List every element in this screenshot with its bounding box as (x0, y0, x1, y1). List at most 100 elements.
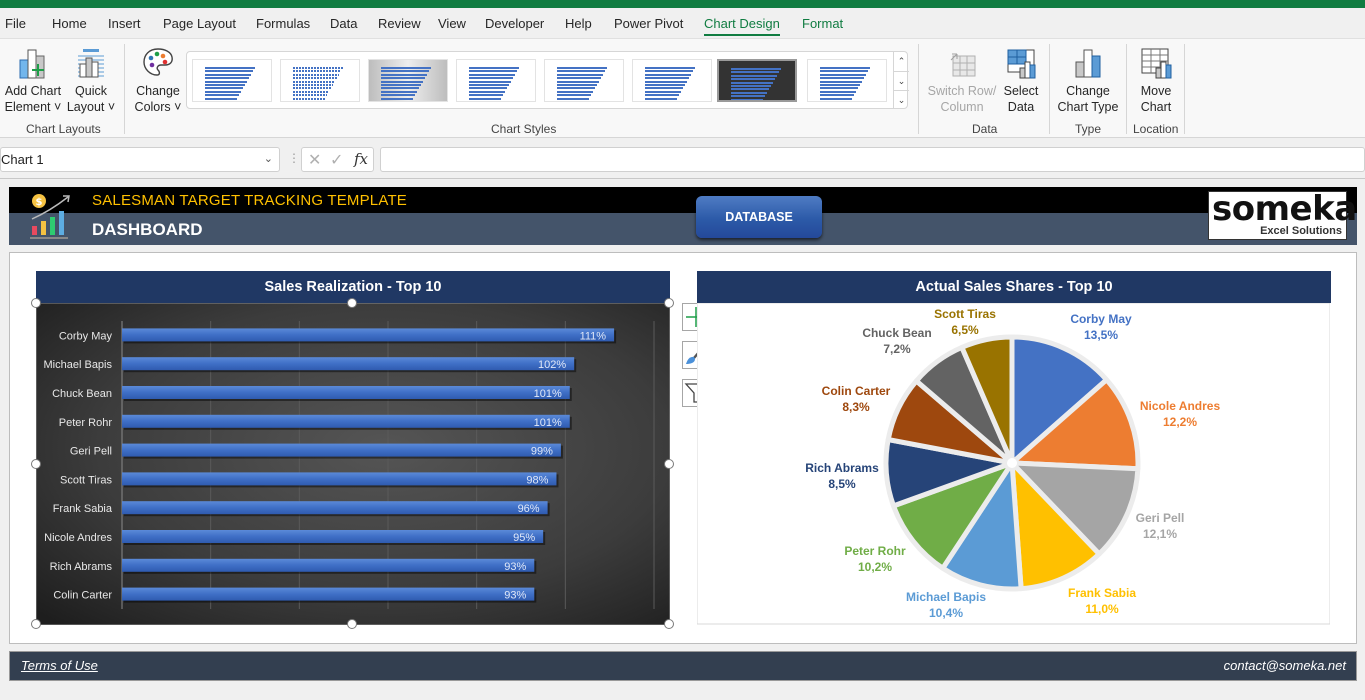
tab-file[interactable]: File (5, 16, 26, 31)
chevron-down-icon[interactable]: ⌄ (264, 148, 273, 171)
chart-style-7[interactable] (717, 59, 797, 102)
thumb-bar (205, 97, 237, 100)
thumb-bar (557, 73, 603, 76)
quick-layout-icon (78, 49, 104, 78)
thumb-bar (293, 94, 327, 97)
cancel-icon[interactable]: ✕ (308, 150, 321, 170)
sales-realization-bar-chart[interactable]: Corby May 111% Michael Bapis 102% Chuck Bean… (36, 303, 670, 625)
move-chart-button[interactable]: Move Chart (1134, 46, 1178, 115)
resize-handle-top-left[interactable] (31, 298, 41, 308)
thumb-bar (381, 94, 415, 97)
bar[interactable] (122, 414, 570, 428)
chart-style-5[interactable] (544, 59, 624, 102)
bar[interactable] (122, 357, 575, 371)
tab-view[interactable]: View (438, 16, 466, 31)
thumb-bar (469, 87, 507, 90)
bar[interactable] (122, 587, 535, 601)
slice-value-label: 12,1% (1143, 527, 1177, 541)
chart-style-3[interactable] (368, 59, 448, 102)
slice-value-label: 13,5% (1084, 328, 1118, 342)
thumb-bar (731, 98, 763, 100)
bar[interactable] (122, 501, 548, 515)
resize-handle-bottom-left[interactable] (31, 619, 41, 629)
thumb-bar (820, 80, 862, 83)
tab-home[interactable]: Home (52, 16, 87, 31)
switch-row-column-icon (950, 53, 976, 77)
bar[interactable] (122, 443, 561, 457)
slice-name-label: Geri Pell (1136, 511, 1185, 525)
tab-power-pivot[interactable]: Power Pivot (614, 16, 683, 31)
insert-function-icon[interactable]: fx (354, 150, 368, 168)
enter-check-icon[interactable]: ✓ (330, 150, 343, 170)
slice-name-label: Colin Carter (822, 384, 891, 398)
resize-handle-bottom-right[interactable] (664, 619, 674, 629)
someka-logo[interactable]: someka Excel Solutions (1208, 189, 1357, 240)
divider (0, 178, 1365, 179)
bar[interactable] (122, 530, 544, 543)
slice-name-label: Frank Sabia (1068, 586, 1136, 600)
tab-format[interactable]: Format (802, 16, 843, 31)
actual-sales-shares-pie-chart[interactable]: Corby May 13,5% Nicole Andres 12,2% Geri Pel… (697, 303, 1330, 625)
bar[interactable] (122, 558, 535, 572)
tab-help[interactable]: Help (565, 16, 592, 31)
resize-handle-bottom[interactable] (347, 619, 357, 629)
data-label: 99% (531, 446, 553, 458)
chart-style-1[interactable] (192, 59, 272, 102)
thumb-bar (645, 90, 681, 93)
category-label: Colin Carter (53, 590, 112, 602)
name-box-value: Chart 1 (1, 152, 44, 167)
gallery-scroll-down-button[interactable]: ⌄ (893, 71, 909, 90)
gallery-more-button[interactable]: ⌄ (893, 90, 909, 109)
thumb-bar (293, 70, 341, 73)
tab-formulas[interactable]: Formulas (256, 16, 310, 31)
tab-data[interactable]: Data (330, 16, 357, 31)
bar[interactable] (122, 472, 557, 486)
slice-value-label: 11,0% (1085, 602, 1119, 616)
logo-main-text: someka (1212, 189, 1357, 229)
bar[interactable] (122, 386, 570, 399)
thumb-bar (820, 84, 860, 86)
chart-style-2[interactable] (280, 59, 360, 102)
tab-review[interactable]: Review (378, 16, 421, 31)
change-colors-button[interactable]: Change Colors ˅ (132, 46, 184, 115)
database-button[interactable]: DATABASE (696, 196, 822, 238)
tab-page-layout[interactable]: Page Layout (163, 16, 236, 31)
category-label: Frank Sabia (53, 503, 113, 515)
tab-insert[interactable]: Insert (108, 16, 141, 31)
bar[interactable] (122, 328, 615, 342)
gallery-scroll-up-button[interactable]: ⌃ (893, 52, 909, 71)
resize-handle-right[interactable] (664, 459, 674, 469)
switch-row-column-button[interactable]: Switch Row/ Column (926, 46, 998, 115)
name-box[interactable]: Chart 1 ⌄ (0, 147, 280, 172)
quick-layout-button[interactable]: Quick Layout ˅ (66, 46, 116, 115)
formula-input[interactable] (380, 147, 1365, 172)
thumb-bar (731, 88, 769, 91)
thumb-bar (469, 90, 505, 93)
thumb-bar (557, 90, 593, 93)
thumb-bar (381, 97, 413, 100)
chart-style-4[interactable] (456, 59, 536, 102)
thumb-bar (469, 97, 501, 100)
page-title: DASHBOARD (92, 220, 203, 239)
select-data-button[interactable]: Select Data (1000, 46, 1042, 115)
formula-bar-grip-icon[interactable]: ⋮ (288, 151, 300, 165)
add-chart-element-button[interactable]: Add Chart Element ˅ (4, 46, 62, 115)
resize-handle-top-right[interactable] (664, 298, 674, 308)
tab-chart-design[interactable]: Chart Design (704, 16, 780, 36)
change-chart-type-label-1: Change (1066, 84, 1110, 98)
resize-handle-top[interactable] (347, 298, 357, 308)
change-chart-type-button[interactable]: Change Chart Type (1056, 46, 1120, 115)
quick-layout-label-1: Quick (75, 84, 107, 98)
tab-developer[interactable]: Developer (485, 16, 544, 31)
terms-of-use-link[interactable]: Terms of Use (21, 658, 98, 673)
thumb-bar (381, 67, 431, 69)
menu-bar: File Home Insert Page Layout Formulas Da… (0, 8, 1365, 38)
resize-handle-left[interactable] (31, 459, 41, 469)
switch-row-column-label-2: Column (940, 100, 984, 114)
chart-style-8[interactable] (807, 59, 887, 102)
data-label: 96% (518, 503, 540, 515)
select-data-icon (1007, 49, 1036, 79)
contact-email[interactable]: contact@someka.net (1224, 658, 1346, 673)
formula-buttons: ✕ ✓ fx (301, 147, 374, 172)
chart-style-6[interactable] (632, 59, 712, 102)
